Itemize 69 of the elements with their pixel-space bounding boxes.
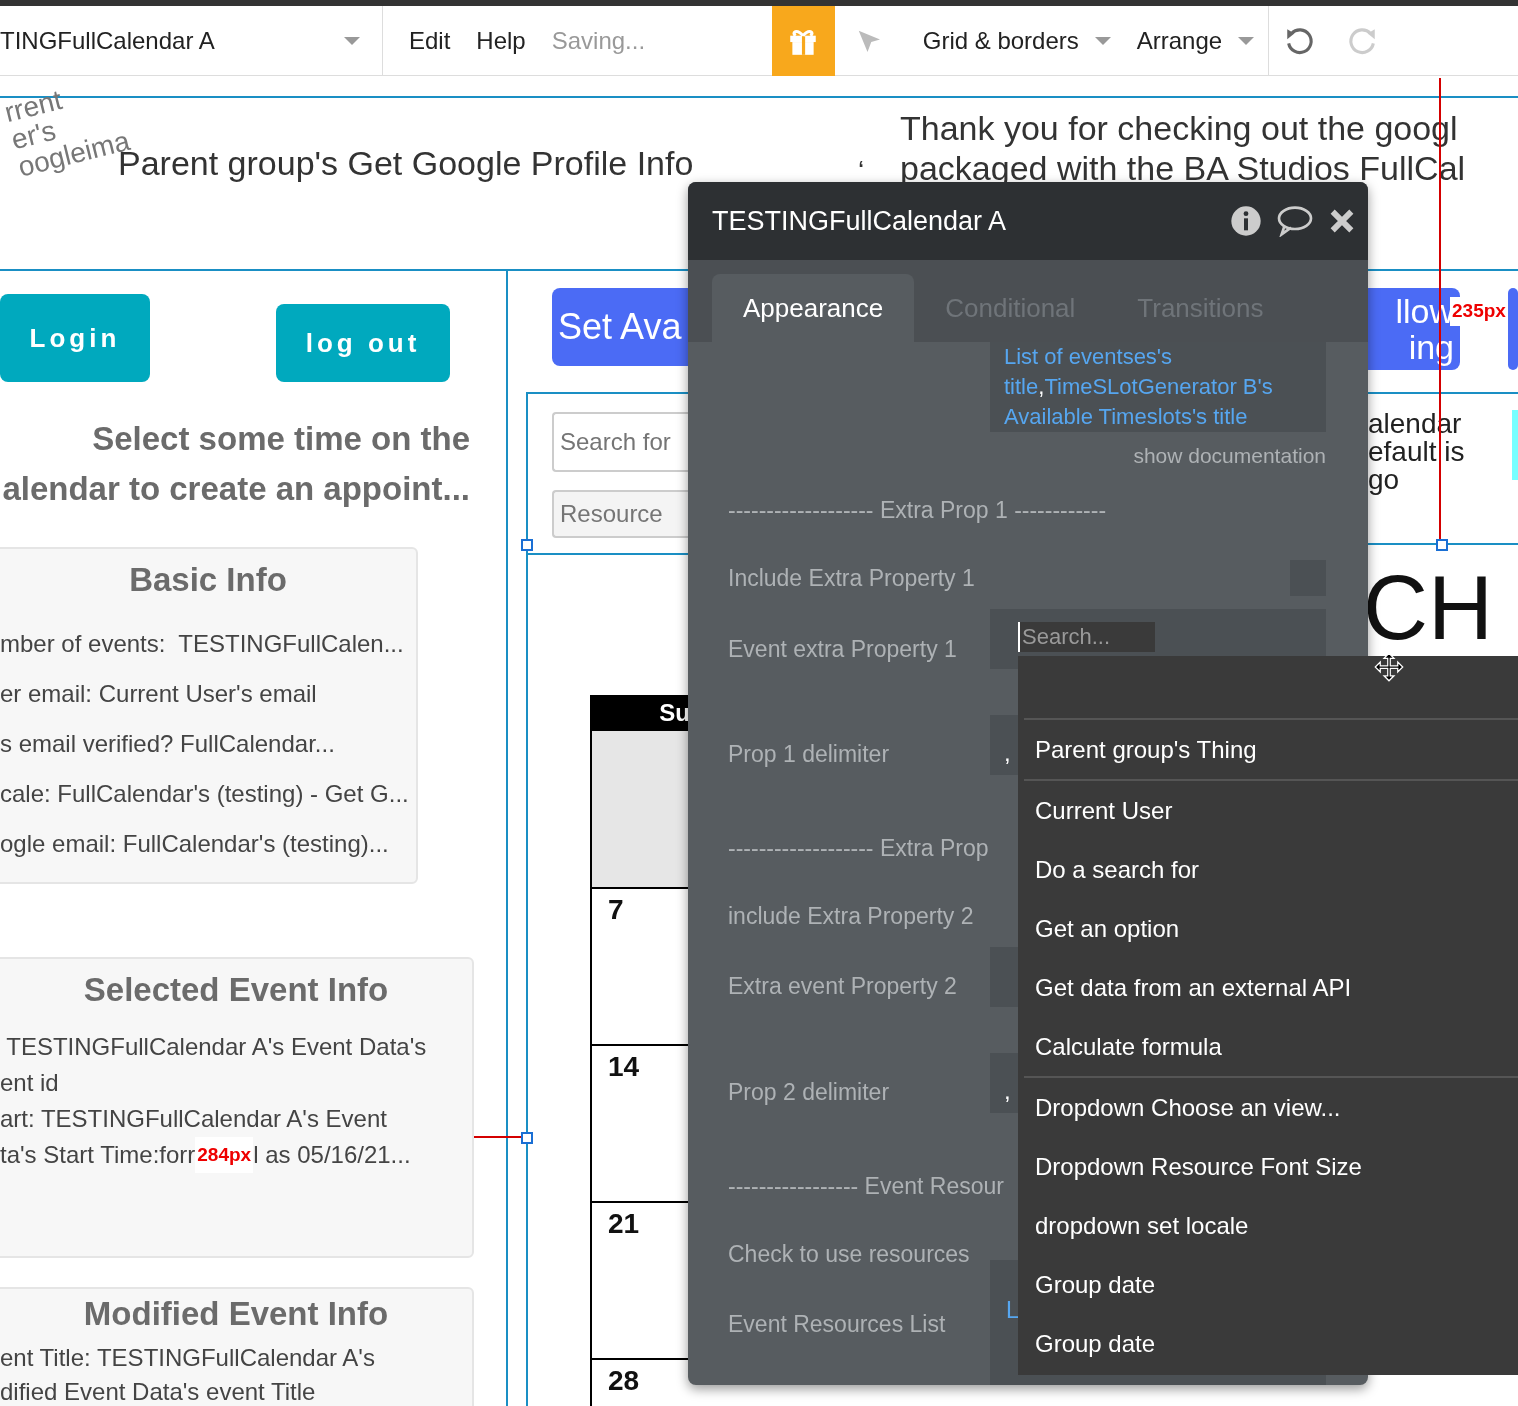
large-letters: CH: [1363, 568, 1493, 648]
menu-option[interactable]: Do a search for: [1024, 840, 1518, 899]
gift-button[interactable]: [771, 5, 835, 76]
info-text: s email verified? FullCalendar...: [0, 728, 336, 759]
property-label: Check to use resources: [728, 1240, 970, 1269]
card-title: Modified Event Info: [82, 1294, 390, 1334]
menu-option[interactable]: Parent group's Thing: [1024, 720, 1518, 779]
property-label: include Extra Property 2: [728, 902, 974, 931]
move-cursor-icon: [1374, 652, 1404, 682]
card-title: Basic Info: [128, 560, 288, 600]
section-divider-label: ----------------- Event Resour: [728, 1172, 1004, 1201]
page-name: TINGFullCalendar A: [0, 25, 215, 56]
menu-item[interactable]: Edit: [383, 22, 451, 59]
panel-title: TESTINGFullCalendar A: [712, 204, 1008, 238]
menu-option[interactable]: Get an option: [1024, 899, 1518, 958]
menu-option[interactable]: Group date: [1024, 1314, 1518, 1373]
panel-tab[interactable]: Appearance: [712, 274, 915, 342]
text-mark: ‘: [858, 154, 865, 188]
info-text: cale: FullCalendar's (testing) - Get G...: [0, 778, 410, 809]
card-title: Selected Event Info: [82, 970, 390, 1010]
search-input[interactable]: Search...: [1018, 621, 1155, 652]
info-text: ogle email: FullCalendar's (testing)...: [0, 828, 390, 859]
info-text: TESTINGFullCalendar A's Event Data's: [5, 1031, 428, 1062]
menu-option[interactable]: Current User: [1024, 781, 1518, 840]
selection-handle[interactable]: [1436, 539, 1448, 551]
speech-bubble-icon: [1276, 205, 1314, 237]
side-button[interactable]: [1508, 288, 1518, 370]
menu-option[interactable]: Get data from an external API: [1024, 958, 1518, 1017]
expression-field[interactable]: List of eventses's title,TimeSLotGenerator B's Available Timeslots's title: [990, 342, 1326, 432]
set-availability-button[interactable]: Set Ava: [552, 288, 688, 366]
menu-option[interactable]: Calculate formula: [1024, 1017, 1518, 1076]
info-text: dified Event Data's event Title: [0, 1376, 317, 1406]
menu-option[interactable]: Dropdown Choose an view...: [1024, 1078, 1518, 1137]
menu-item[interactable]: Help: [450, 22, 526, 59]
page-dropdown[interactable]: TINGFullCalendar A: [0, 6, 383, 75]
close-icon: [1328, 207, 1356, 235]
info-text: ta's Start Time:forr: [0, 1139, 196, 1170]
property-label: Event extra Property 1: [728, 635, 957, 664]
info-icon: [1230, 205, 1262, 237]
info-text: l as 05/16/21...: [253, 1139, 411, 1170]
info-text: art: TESTINGFullCalendar A's Event: [0, 1103, 388, 1134]
info-text: er email: Current User's email: [0, 678, 318, 709]
caret-icon: [1238, 36, 1255, 45]
grid-borders-menu[interactable]: Grid & borders: [904, 22, 1111, 59]
measure-label: 284px: [195, 1136, 254, 1173]
menu-option[interactable]: Group date: [1024, 1255, 1518, 1314]
section-divider-label: ------------------- Extra Prop 1 ------------: [728, 496, 1107, 525]
resource-field[interactable]: Resource: [552, 490, 688, 538]
menu-option[interactable]: dropdown set locale: [1024, 1196, 1518, 1255]
accent-bar: [1512, 410, 1518, 480]
info-text: ent id: [0, 1067, 60, 1098]
property-label: Include Extra Property 1: [728, 564, 975, 593]
saving-status: Saving...: [551, 25, 647, 56]
caret-icon: [1094, 36, 1111, 45]
property-label: Prop 1 delimiter: [728, 740, 890, 769]
property-label: Prop 2 delimiter: [728, 1078, 890, 1107]
instruction-text: Select some time on the alendar to create an appoint...: [1, 419, 470, 509]
selection-handle[interactable]: [521, 539, 533, 551]
property-label: Extra event Property 2: [728, 972, 957, 1001]
caret-icon: [344, 36, 360, 45]
property-label: Event Resources List: [728, 1310, 946, 1339]
arrange-menu[interactable]: Arrange: [1110, 22, 1255, 59]
info-text: ent Title: TESTINGFullCalendar A's: [0, 1342, 376, 1373]
search-field[interactable]: Search for: [552, 412, 688, 472]
menu-option[interactable]: Dropdown Resource Font Size: [1024, 1137, 1518, 1196]
measure-label: 235px: [1450, 297, 1508, 326]
selection-handle[interactable]: [521, 1132, 533, 1144]
info-text: mber of events: TESTINGFullCalen...: [0, 628, 405, 659]
section-divider-label: ------------------- Extra Prop: [728, 834, 989, 863]
